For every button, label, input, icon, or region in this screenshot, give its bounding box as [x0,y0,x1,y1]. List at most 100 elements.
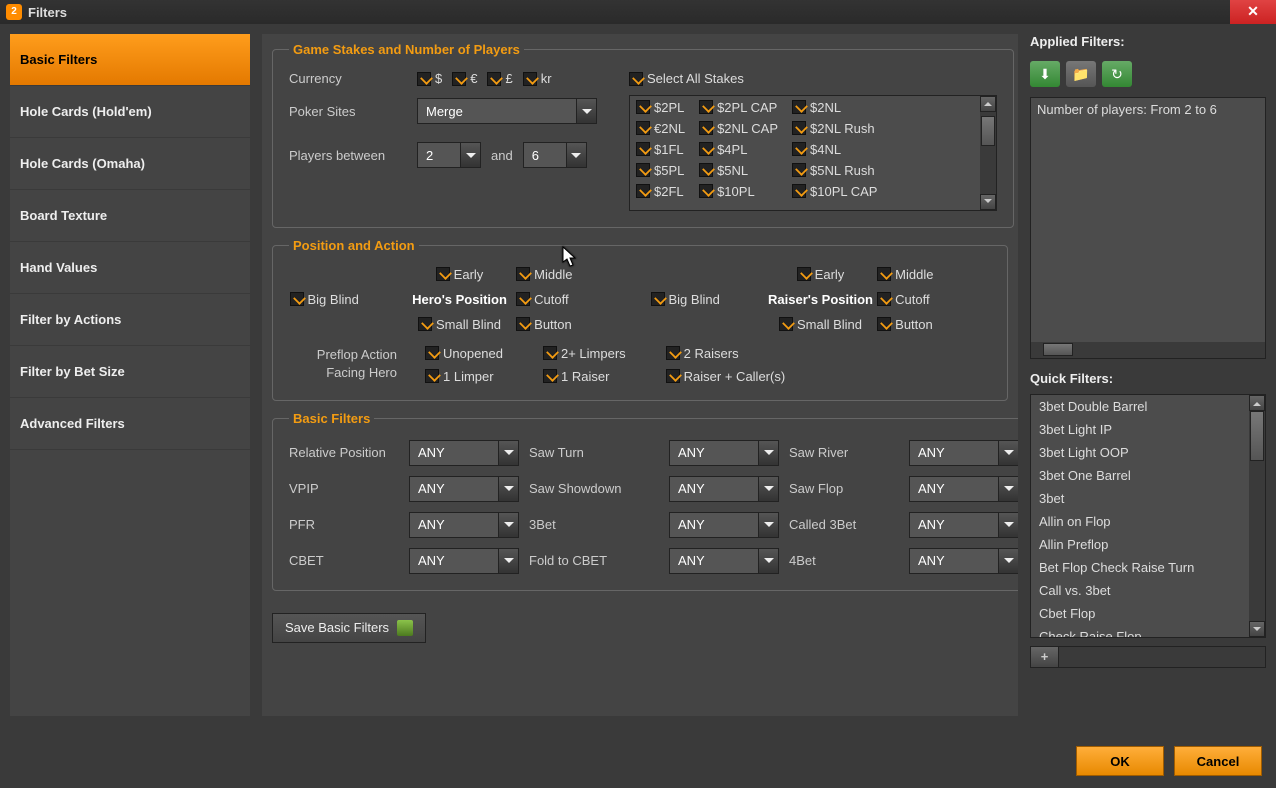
sidebar-item-filter-by-bet-size[interactable]: Filter by Bet Size [10,346,250,398]
preflop-raiser-callers-checkbox[interactable]: Raiser + Caller(s) [666,369,786,384]
quick-filter-item[interactable]: Allin on Flop [1031,510,1265,533]
scroll-up-button[interactable] [980,96,996,112]
quick-filter-item[interactable]: Bet Flop Check Raise Turn [1031,556,1265,579]
stake-checkbox[interactable]: $2NL Rush [792,121,877,136]
quick-filter-item[interactable]: Cbet Flop [1031,602,1265,625]
sidebar-item-basic-filters[interactable]: Basic Filters [10,34,250,86]
stake-checkbox[interactable]: $2NL [792,100,877,115]
group-position-action-legend: Position and Action [289,238,419,253]
raiser-pos-smallblind-checkbox[interactable]: Small Blind [764,317,877,332]
raiser-pos-middle-checkbox[interactable]: Middle [877,267,990,282]
chevron-down-icon [498,477,518,501]
scroll-down-button[interactable] [1249,621,1265,637]
sidebar-item-advanced-filters[interactable]: Advanced Filters [10,398,250,450]
add-quick-filter-button[interactable]: + [1031,647,1059,667]
3bet-dropdown[interactable]: ANY [669,512,779,538]
quick-filters-scrollbar[interactable] [1249,395,1265,637]
scrollbar-thumb[interactable] [981,116,995,146]
quick-filter-item[interactable]: 3bet One Barrel [1031,464,1265,487]
saw-river-dropdown[interactable]: ANY [909,440,1018,466]
stake-checkbox[interactable]: $2FL [636,184,685,199]
quick-filter-item[interactable]: Call vs. 3bet [1031,579,1265,602]
currency-kr-checkbox[interactable]: kr [523,71,552,86]
poker-sites-dropdown[interactable]: Merge [417,98,597,124]
chevron-down-icon [758,549,778,573]
raiser-pos-button-checkbox[interactable]: Button [877,317,990,332]
preflop-2limpers-checkbox[interactable]: 2+ Limpers [543,346,626,361]
hero-pos-middle-checkbox[interactable]: Middle [516,267,629,282]
applied-filters-list[interactable]: Number of players: From 2 to 6 [1030,97,1266,359]
preflop-2raisers-checkbox[interactable]: 2 Raisers [666,346,786,361]
sidebar-item-hole-cards-omaha[interactable]: Hole Cards (Omaha) [10,138,250,190]
quick-filter-item[interactable]: 3bet [1031,487,1265,510]
sidebar-item-filter-by-actions[interactable]: Filter by Actions [10,294,250,346]
sidebar-item-board-texture[interactable]: Board Texture [10,190,250,242]
quick-filter-item[interactable]: 3bet Light IP [1031,418,1265,441]
scrollbar-thumb[interactable] [1250,411,1264,461]
hero-pos-early-checkbox[interactable]: Early [403,267,516,282]
vpip-dropdown[interactable]: ANY [409,476,519,502]
cbet-dropdown[interactable]: ANY [409,548,519,574]
players-from-dropdown[interactable]: 2 [417,142,481,168]
hero-pos-smallblind-checkbox[interactable]: Small Blind [403,317,516,332]
quick-filter-item[interactable]: 3bet Double Barrel [1031,395,1265,418]
applied-horizontal-scrollbar[interactable] [1031,342,1265,358]
group-basic-filters: Basic Filters Relative Position ANY Saw … [272,411,1018,591]
window-close-button[interactable]: ✕ [1230,0,1276,24]
sidebar-item-hand-values[interactable]: Hand Values [10,242,250,294]
select-all-stakes-checkbox[interactable]: Select All Stakes [629,71,744,86]
quick-filter-item[interactable]: Check Raise Flop [1031,625,1265,638]
preflop-unopened-checkbox[interactable]: Unopened [425,346,503,361]
fold-to-cbet-dropdown[interactable]: ANY [669,548,779,574]
save-basic-filters-button[interactable]: Save Basic Filters [272,613,426,643]
currency-usd-checkbox[interactable]: $ [417,71,442,86]
currency-eur-checkbox[interactable]: € [452,71,477,86]
called-3bet-dropdown[interactable]: ANY [909,512,1018,538]
stake-checkbox[interactable]: $4PL [699,142,778,157]
sidebar-item-hole-cards-holdem[interactable]: Hole Cards (Hold'em) [10,86,250,138]
hero-pos-cutoff-checkbox[interactable]: Cutoff [516,292,629,307]
stake-checkbox[interactable]: $5PL [636,163,685,178]
preflop-1limper-checkbox[interactable]: 1 Limper [425,369,503,384]
stake-checkbox[interactable]: $1FL [636,142,685,157]
raiser-pos-early-checkbox[interactable]: Early [764,267,877,282]
stake-checkbox[interactable]: $4NL [792,142,877,157]
saw-showdown-dropdown[interactable]: ANY [669,476,779,502]
group-basic-filters-legend: Basic Filters [289,411,374,426]
pfr-label: PFR [289,517,399,532]
4bet-dropdown[interactable]: ANY [909,548,1018,574]
ok-button[interactable]: OK [1076,746,1164,776]
raiser-pos-cutoff-checkbox[interactable]: Cutoff [877,292,990,307]
quick-filters-header: Quick Filters: [1030,371,1266,386]
scroll-up-button[interactable] [1249,395,1265,411]
stake-checkbox[interactable]: $5NL Rush [792,163,877,178]
hero-pos-button-checkbox[interactable]: Button [516,317,629,332]
quick-filters-list[interactable]: 3bet Double Barrel 3bet Light IP 3bet Li… [1030,394,1266,638]
saw-flop-dropdown[interactable]: ANY [909,476,1018,502]
hero-pos-bigblind-checkbox[interactable]: Big Blind [290,292,403,307]
scroll-down-button[interactable] [980,194,996,210]
quick-filter-item[interactable]: Allin Preflop [1031,533,1265,556]
applied-load-icon[interactable]: ⬇ [1030,61,1060,87]
stake-checkbox[interactable]: $2PL [636,100,685,115]
stakes-scrollbar[interactable] [980,96,996,210]
players-to-dropdown[interactable]: 6 [523,142,587,168]
stake-checkbox[interactable]: €2NL [636,121,685,136]
stake-checkbox[interactable]: $10PL CAP [792,184,877,199]
raiser-pos-bigblind-checkbox[interactable]: Big Blind [651,292,764,307]
saw-turn-dropdown[interactable]: ANY [669,440,779,466]
stake-checkbox[interactable]: $10PL [699,184,778,199]
stake-checkbox[interactable]: $2PL CAP [699,100,778,115]
quick-filter-item[interactable]: 3bet Light OOP [1031,441,1265,464]
stake-checkbox[interactable]: $2NL CAP [699,121,778,136]
stakes-list[interactable]: $2PL €2NL $1FL $5PL $2FL $2PL CAP $2NL C… [629,95,997,211]
stake-checkbox[interactable]: $5NL [699,163,778,178]
pfr-dropdown[interactable]: ANY [409,512,519,538]
relative-position-dropdown[interactable]: ANY [409,440,519,466]
cancel-button[interactable]: Cancel [1174,746,1262,776]
preflop-1raiser-checkbox[interactable]: 1 Raiser [543,369,626,384]
currency-gbp-checkbox[interactable]: £ [487,71,512,86]
scrollbar-thumb[interactable] [1043,343,1073,356]
applied-folder-icon[interactable]: 📁 [1066,61,1096,87]
applied-refresh-icon[interactable]: ↻ [1102,61,1132,87]
